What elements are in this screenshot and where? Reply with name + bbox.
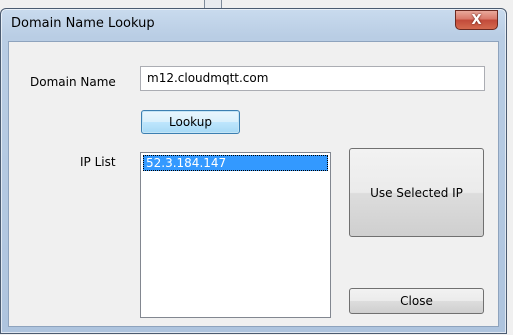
domain-name-label: Domain Name — [30, 75, 116, 89]
use-selected-ip-button[interactable]: Use Selected IP — [349, 148, 484, 237]
domain-name-input[interactable]: m12.cloudmqtt.com — [140, 66, 485, 91]
close-icon[interactable]: X — [455, 10, 498, 30]
lookup-button[interactable]: Lookup — [141, 110, 240, 134]
domain-lookup-dialog: Domain Name Lookup X Domain Name m12.clo… — [0, 8, 507, 334]
background-window-edge — [204, 0, 222, 8]
title-bar[interactable]: Domain Name Lookup X — [1, 9, 506, 41]
dialog-body: Domain Name m12.cloudmqtt.com Lookup IP … — [8, 41, 499, 327]
ip-list-label: IP List — [80, 155, 116, 169]
window-title: Domain Name Lookup — [11, 16, 155, 31]
ip-listbox[interactable]: 52.3.184.147 — [140, 152, 331, 318]
close-button[interactable]: Close — [349, 288, 484, 314]
ip-list-item[interactable]: 52.3.184.147 — [143, 155, 328, 171]
